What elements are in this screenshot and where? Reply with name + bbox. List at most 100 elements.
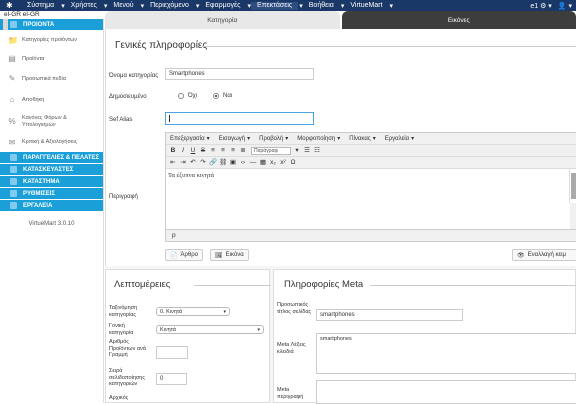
editor-menu-bar: Επεξεργασία▾Εισαγωγή▾Προβολή▾Μορφοποίηση… (166, 133, 576, 145)
top-menu-item[interactable]: Σύστημα (21, 2, 60, 10)
unlink-icon[interactable]: ⛓ (219, 159, 227, 167)
sidebar-section[interactable]: ΠΑΡΑΓΓΕΛΙΕΣ & ΠΕΛΑΤΕΣ (0, 152, 103, 164)
page-order-label: Σειρά σελιδοποίησης κατηγοριών (109, 368, 153, 388)
editor-menu-item[interactable]: Μορφοποίηση (297, 136, 335, 142)
superscript-icon[interactable]: x² (279, 159, 287, 167)
bold-icon[interactable]: B (169, 147, 177, 155)
sidebar-item[interactable]: ✉Κριτική & Αξιολογήσεις (0, 133, 103, 152)
general-info-title: Γενικές πληροφορίες (115, 40, 207, 51)
top-menu-item[interactable]: Εφαρμογές (199, 2, 246, 10)
sidebar-section[interactable]: ΠΡΟΙΟΝΤΑ (0, 19, 103, 31)
custom-title-label: Προσωπικός τίτλος σελίδας (277, 302, 313, 315)
subscript-icon[interactable]: x₂ (269, 159, 277, 167)
horizontal-rule-icon[interactable]: — (249, 159, 257, 167)
toggle-editor-button[interactable]: 👁Εναλλαγή κειμ (512, 249, 576, 261)
code-icon[interactable]: ‹› (239, 159, 247, 167)
article-icon: 📄 (170, 252, 177, 259)
section-icon (10, 154, 17, 161)
top-menu-item[interactable]: Επεκτάσεις (251, 2, 298, 10)
outdent-icon[interactable]: ⇤ (169, 159, 177, 167)
page-order-input[interactable]: 0 (156, 373, 187, 385)
sidebar-section[interactable]: ΚΑΤΑΣΤΗΜΑ (0, 176, 103, 188)
user-icon[interactable]: 👤 ▾ (558, 2, 572, 10)
products-per-row-input[interactable] (156, 346, 188, 359)
category-order-select[interactable]: 0. Κινητά ▾ (156, 307, 230, 316)
sef-alias-input[interactable] (165, 112, 314, 125)
align-right-icon[interactable]: ≡ (229, 147, 237, 155)
sidebar-section[interactable]: ΡΥΘΜΙΣΕΙΣ (0, 188, 103, 200)
strikethrough-icon[interactable]: S (199, 147, 207, 155)
warehouse-icon: ⌂ (8, 96, 16, 104)
top-menu-item[interactable]: VirtueMart (344, 2, 388, 10)
select-value: 0. Κινητά (160, 309, 182, 315)
radio-circle[interactable] (178, 93, 184, 99)
meta-description-textarea[interactable] (316, 380, 576, 404)
sidebar-section[interactable]: ΕΡΓΑΛΕΙΑ (0, 200, 103, 212)
numbered-list-icon[interactable]: ☷ (313, 147, 321, 155)
sidebar-section-label: ΡΥΘΜΙΣΕΙΣ (23, 191, 55, 197)
sidebar-item[interactable]: 📁Κατηγορίες προϊόντων (0, 31, 103, 50)
sidebar-item[interactable]: %Κανόνες Φόρων & Υπολογισμών (0, 110, 103, 133)
scrollbar-thumb[interactable] (571, 173, 576, 199)
sidebar-item[interactable]: ✎Προσωπικά πεδία (0, 68, 103, 90)
editor-scrollbar[interactable] (569, 169, 576, 203)
image-icon[interactable]: ▣ (229, 159, 237, 167)
comment-icon: ✉ (8, 139, 16, 147)
chevron-down-icon[interactable]: ▾ (293, 147, 301, 155)
format-select[interactable]: Παράγραφ (251, 147, 291, 155)
user-menu[interactable]: e1 ⚙ ▾ (530, 2, 551, 10)
description-label: Περιγραφή (109, 194, 138, 200)
omega-icon[interactable]: Ω (289, 159, 297, 167)
top-menu: Σύστημα▾Χρήστες▾Μενού▾Περιεχόμενο▾Εφαρμο… (21, 2, 393, 10)
meta-keywords-textarea[interactable]: smartphones (316, 333, 576, 374)
sidebar-item[interactable]: ▤Προϊόντα (0, 50, 103, 68)
top-menu-item[interactable]: Χρήστες (65, 2, 103, 10)
joomla-logo-icon[interactable]: ✱ (6, 2, 16, 10)
sidebar-section[interactable]: ΚΑΤΑΣΚΕΥΑΣΤΕΣ (0, 164, 103, 176)
edit-tabs: Κατηγορία Εικόνες (105, 11, 576, 29)
indent-icon[interactable]: ⇥ (179, 159, 187, 167)
published-no-radio[interactable]: Όχι (178, 93, 197, 99)
radio-circle[interactable] (213, 93, 219, 99)
chevron-down-icon: ▾ (223, 308, 226, 316)
bullet-list-icon[interactable]: ☰ (303, 147, 311, 155)
top-menu-item[interactable]: Μενού (107, 2, 139, 10)
select-value: Κινητά (160, 327, 176, 333)
align-center-icon[interactable]: ≡ (219, 147, 227, 155)
text-cursor (169, 115, 170, 122)
parent-category-label: Γονική κατηγορία (109, 323, 149, 336)
editor-menu-item[interactable]: Εργαλεία (385, 136, 409, 142)
sidebar: ΠΡΟΙΟΝΤΑ📁Κατηγορίες προϊόντων▤Προϊόντα✎Π… (0, 19, 104, 403)
editor-body[interactable]: Τα έξυπνα κινητά (166, 169, 570, 231)
image-button[interactable]: 🖼Εικόνα (210, 249, 249, 261)
meta-panel: Πληροφορίες Meta Προσωπικός τίτλος σελίδ… (273, 269, 576, 403)
sidebar-section-label: ΕΡΓΑΛΕΙΑ (23, 203, 52, 209)
top-menu-item[interactable]: Βοήθεια (303, 2, 340, 10)
editor-status-path: p (166, 229, 576, 241)
editor-menu-item[interactable]: Πίνακας (349, 136, 370, 142)
parent-category-select[interactable]: Κινητά▾ (156, 325, 264, 334)
table-icon[interactable]: ▦ (259, 159, 267, 167)
redo-icon[interactable]: ↷ (199, 159, 207, 167)
sidebar-section-label: ΠΑΡΑΓΓΕΛΙΕΣ & ΠΕΛΑΤΕΣ (23, 155, 99, 161)
align-justify-icon[interactable]: ≣ (239, 147, 247, 155)
published-yes-radio[interactable]: Ναι (213, 93, 232, 99)
undo-icon[interactable]: ↶ (189, 159, 197, 167)
eye-icon: 👁 (517, 252, 525, 259)
custom-title-input[interactable]: smartphones (316, 309, 463, 321)
editor-menu-item[interactable]: Εισαγωγή (219, 136, 246, 142)
editor-menu-item[interactable]: Προβολή (259, 136, 283, 142)
sidebar-item[interactable]: ⌂Αποθήκη (0, 90, 103, 110)
button-label: Άρθρο (180, 252, 198, 258)
tab-images[interactable]: Εικόνες (342, 11, 576, 29)
editor-menu-item[interactable]: Επεξεργασία (170, 136, 205, 142)
italic-icon[interactable]: I (179, 147, 187, 155)
align-left-icon[interactable]: ≡ (209, 147, 217, 155)
category-name-input[interactable]: Smartphones (165, 68, 314, 80)
link-icon[interactable]: 🔗 (209, 159, 217, 167)
tab-category[interactable]: Κατηγορία (105, 11, 340, 29)
underline-icon[interactable]: U (189, 147, 197, 155)
top-menu-item[interactable]: Περιεχόμενο (144, 2, 195, 10)
toggle-handle[interactable] (3, 19, 8, 30)
article-button[interactable]: 📄Άρθρο (165, 249, 203, 261)
